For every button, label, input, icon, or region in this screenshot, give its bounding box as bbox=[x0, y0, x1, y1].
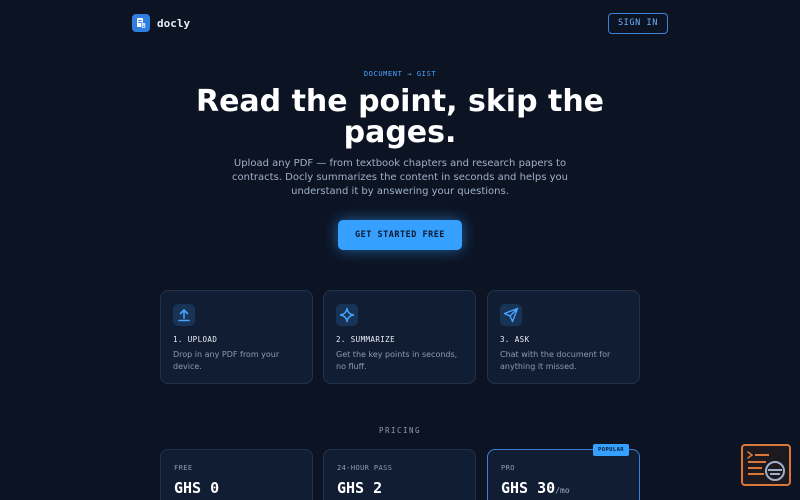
step-card-ask: 3. ASK Chat with the document for anythi… bbox=[487, 290, 640, 384]
plan-name: 24-HOUR PASS bbox=[337, 464, 393, 472]
docly-logo-icon bbox=[132, 14, 150, 32]
brand[interactable]: docly bbox=[132, 14, 190, 32]
plan-card-free[interactable]: FREE GHS 0 bbox=[160, 449, 313, 500]
upload-icon bbox=[173, 304, 195, 326]
get-started-button[interactable]: GET STARTED FREE bbox=[338, 220, 462, 250]
step-desc: Get the key points in seconds, no fluff. bbox=[336, 350, 458, 371]
plan-name: FREE bbox=[174, 464, 193, 472]
plan-card-pro[interactable]: POPULAR PRO GHS 30/mo bbox=[487, 444, 640, 500]
plan-price-value: GHS 2 bbox=[337, 479, 383, 497]
step-title: 2. SUMMARIZE bbox=[336, 335, 395, 344]
popular-badge: POPULAR bbox=[593, 444, 629, 456]
pricing-heading: PRICING bbox=[378, 426, 422, 435]
sign-in-button[interactable]: SIGN IN bbox=[607, 12, 668, 34]
hero-subtitle: Upload any PDF — from textbook chapters … bbox=[232, 158, 568, 198]
sparkle-icon bbox=[336, 304, 358, 326]
plan-price-value: GHS 30 bbox=[501, 479, 556, 497]
top-nav: docly SIGN IN bbox=[132, 12, 668, 34]
send-icon bbox=[500, 304, 522, 326]
hero-headline: Read the point, skip the pages. bbox=[195, 84, 605, 150]
brand-name: docly bbox=[157, 16, 191, 30]
step-card-summarize: 2. SUMMARIZE Get the key points in secon… bbox=[323, 290, 476, 384]
plan-card-24-hour[interactable]: 24-HOUR PASS GHS 2 bbox=[323, 449, 476, 500]
step-title: 1. UPLOAD bbox=[173, 335, 218, 344]
floating-inspector-widget[interactable] bbox=[741, 444, 791, 486]
plan-price: GHS 2 bbox=[337, 479, 462, 497]
step-title: 3. ASK bbox=[500, 335, 530, 344]
step-desc: Drop in any PDF from your device. bbox=[173, 350, 280, 371]
plan-price-value: GHS 0 bbox=[174, 479, 220, 497]
hero-eyebrow: DOCUMENT → GIST bbox=[363, 70, 437, 78]
plan-name: PRO bbox=[501, 464, 515, 472]
code-search-icon bbox=[747, 451, 785, 481]
plan-price-suffix: /mo bbox=[555, 486, 570, 495]
step-desc: Chat with the document for anything it m… bbox=[500, 350, 611, 371]
plan-price: GHS 30/mo bbox=[501, 479, 626, 497]
plan-price: GHS 0 bbox=[174, 479, 299, 497]
step-card-upload: 1. UPLOAD Drop in any PDF from your devi… bbox=[160, 290, 313, 384]
